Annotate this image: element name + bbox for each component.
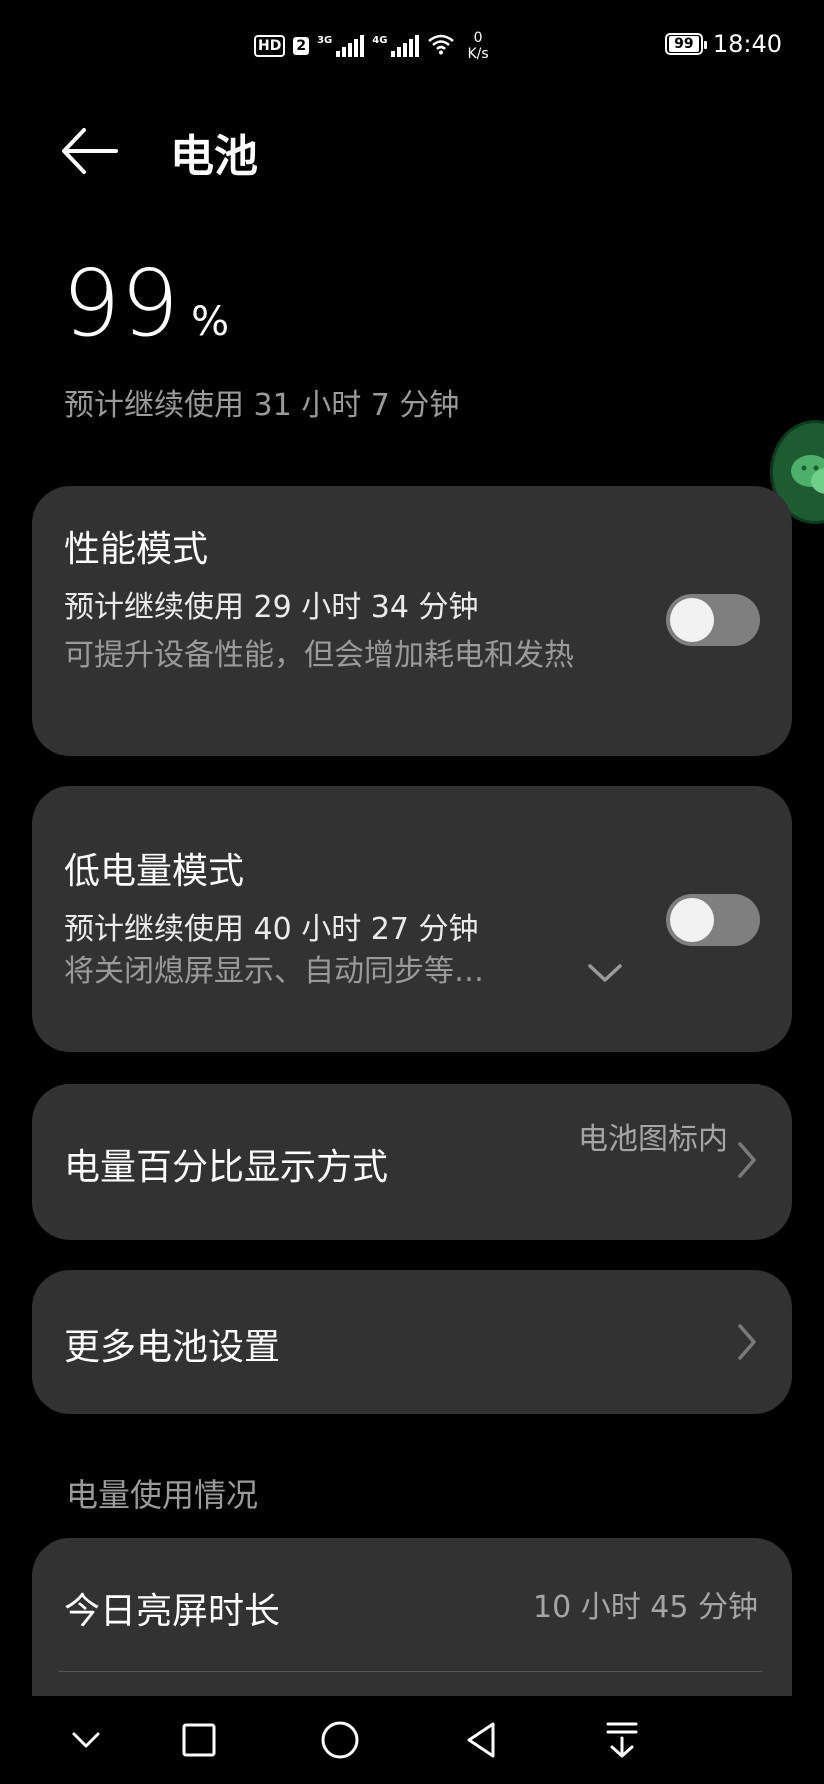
chevron-right-icon (738, 1142, 756, 1178)
chevron-down-icon (72, 1732, 100, 1748)
wechat-icon (791, 455, 824, 494)
usage-section-label: 电量使用情况 (66, 1476, 259, 1514)
battery-percent-sign: % (191, 299, 230, 345)
screen-time-value: 10 小时 45 分钟 (533, 1590, 758, 1625)
status-right: 99 18:40 (664, 30, 782, 58)
speed-unit: K/s (467, 46, 489, 62)
screen-time-label: 今日亮屏时长 (64, 1591, 281, 1632)
performance-mode-card: 性能模式 预计继续使用 29 小时 34 分钟 可提升设备性能，但会增加耗电和发… (32, 486, 792, 756)
battery-percentage: 99 % (62, 258, 229, 350)
navigation-bar (0, 1696, 824, 1784)
status-bar: HD 2 3G 4G 0 K/s 99 18:40 (0, 0, 824, 90)
battery-level-text: 99 (668, 36, 699, 52)
network-type-2: 4G (372, 34, 388, 46)
low-power-mode-title: 低电量模式 (64, 851, 245, 892)
back-button[interactable] (60, 126, 122, 176)
battery-percent-value: 99 (62, 250, 180, 357)
performance-mode-toggle[interactable] (666, 594, 760, 646)
performance-mode-estimate: 预计继续使用 29 小时 34 分钟 (64, 590, 479, 625)
low-power-mode-description: 将关闭熄屏显示、自动同步等… (64, 954, 484, 989)
toggle-knob (670, 598, 714, 642)
network-type-1: 3G (317, 34, 333, 46)
battery-icon: 99 (664, 33, 707, 55)
hd-voice-badge: HD (254, 35, 286, 57)
page-header: 电池 (0, 110, 824, 190)
low-power-mode-estimate: 预计继续使用 40 小时 27 分钟 (64, 912, 479, 947)
percentage-display-row[interactable]: 电量百分比显示方式 电池图标内 (32, 1084, 792, 1240)
circle-icon (321, 1721, 359, 1759)
divider (58, 1671, 762, 1672)
chevron-down-icon (588, 964, 622, 982)
back-nav-button[interactable] (455, 1714, 507, 1766)
arrow-left-icon (62, 128, 118, 174)
percentage-display-value: 电池图标内 (578, 1122, 728, 1157)
signal-strength-icon (336, 35, 365, 57)
more-battery-settings-row[interactable]: 更多电池设置 (32, 1270, 792, 1414)
signal-strength-icon (391, 35, 420, 57)
triangle-back-icon (467, 1722, 495, 1758)
screen-time-row[interactable]: 今日亮屏时长 10 小时 45 分钟 (32, 1538, 792, 1668)
wifi-icon (427, 33, 455, 59)
nav-collapse-button[interactable] (60, 1714, 112, 1766)
page-title: 电池 (170, 131, 258, 182)
low-power-mode-card: 低电量模式 预计继续使用 40 小时 27 分钟 将关闭熄屏显示、自动同步等… (32, 786, 792, 1052)
pull-down-icon (606, 1722, 638, 1758)
status-indicators: HD 2 3G 4G 0 K/s (254, 30, 489, 62)
battery-estimate: 预计继续使用 31 小时 7 分钟 (64, 388, 460, 423)
home-button[interactable] (314, 1714, 366, 1766)
percentage-display-label: 电量百分比显示方式 (64, 1147, 389, 1188)
recent-apps-button[interactable] (173, 1714, 225, 1766)
toggle-knob (670, 898, 714, 942)
performance-mode-title: 性能模式 (64, 529, 209, 570)
clock: 18:40 (712, 30, 782, 58)
chevron-right-icon (738, 1324, 756, 1360)
expand-button[interactable] (580, 954, 630, 994)
network-speed: 0 K/s (467, 30, 488, 62)
more-battery-settings-label: 更多电池设置 (64, 1327, 281, 1368)
low-power-mode-toggle[interactable] (666, 894, 760, 946)
speed-value: 0 (473, 30, 483, 46)
notification-pulldown-button[interactable] (596, 1714, 648, 1766)
performance-mode-description: 可提升设备性能，但会增加耗电和发热 (64, 638, 574, 673)
sim-number-badge: 2 (293, 37, 310, 55)
square-icon (182, 1723, 216, 1757)
